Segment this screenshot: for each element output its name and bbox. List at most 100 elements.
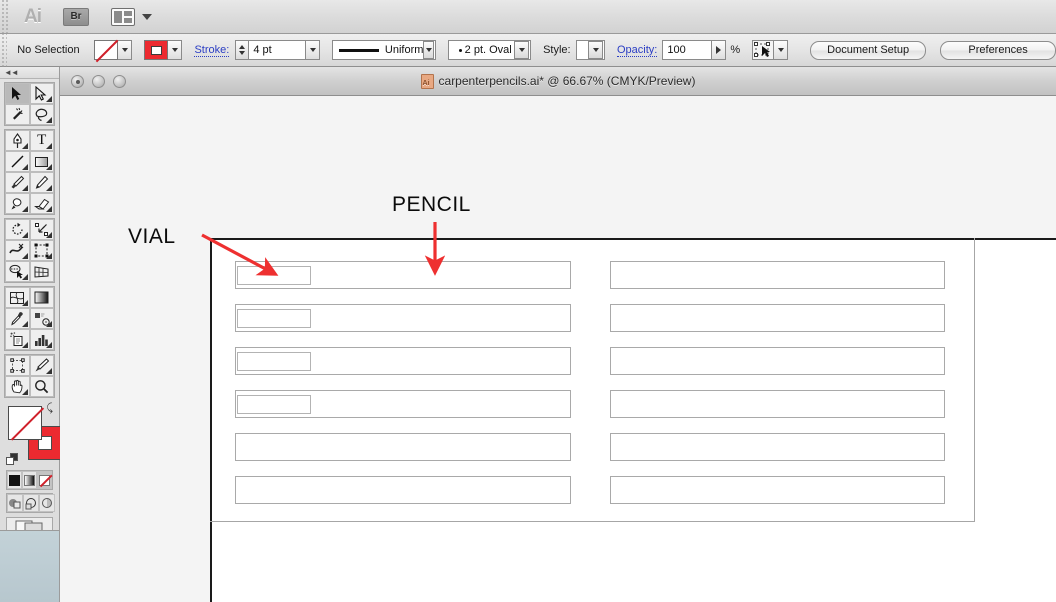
opacity-label[interactable]: Opacity: [617, 44, 658, 57]
illustrator-file-icon [420, 73, 434, 89]
inner-box[interactable] [237, 395, 311, 414]
scale-tool[interactable] [29, 219, 54, 240]
stroke-weight-group[interactable]: 4 pt [235, 40, 321, 60]
select-similar-objects-icon[interactable] [752, 40, 775, 60]
table-row[interactable] [610, 476, 945, 504]
shape-builder-tool[interactable] [5, 261, 30, 282]
line-segment-tool[interactable] [5, 151, 30, 172]
controlbar-grip-handle[interactable] [0, 33, 8, 67]
stroke-dropdown-icon[interactable] [168, 40, 183, 60]
default-fill-stroke-icon[interactable] [6, 453, 19, 466]
blend-tool[interactable] [29, 308, 54, 329]
free-transform-tool[interactable] [29, 240, 54, 261]
opacity-flyout-icon[interactable] [712, 40, 727, 60]
table-row[interactable] [610, 390, 945, 418]
preferences-button[interactable]: Preferences [940, 40, 1056, 60]
table-row[interactable] [610, 347, 945, 375]
selection-tool[interactable] [5, 83, 30, 104]
artboard-tool[interactable] [5, 355, 30, 376]
control-bar: No Selection Stroke: 4 pt Uniform 2 pt. … [0, 33, 1056, 67]
swap-fill-stroke-icon[interactable]: ⤹ [46, 402, 53, 415]
mesh-tool[interactable] [5, 287, 30, 308]
graphic-style-chevron-icon[interactable] [588, 41, 603, 59]
eraser-tool[interactable] [29, 193, 54, 214]
stroke-profile-chevron-icon[interactable] [423, 41, 435, 59]
brush-definition-label: 2 pt. Oval [464, 44, 512, 56]
inner-box[interactable] [237, 309, 311, 328]
illustrator-window: Ai Br No Selection Stroke: 4 pt Uniform … [0, 0, 1056, 602]
select-similar-chevron-icon[interactable] [774, 40, 789, 60]
canvas-area[interactable]: VIAL PENCIL [60, 96, 1056, 602]
stroke-label[interactable]: Stroke: [194, 44, 230, 57]
rotate-tool[interactable] [5, 219, 30, 240]
style-label: Style: [543, 44, 571, 56]
brush-definition-dropdown[interactable]: 2 pt. Oval [448, 40, 532, 60]
width-tool[interactable] [5, 240, 30, 261]
stroke-weight-dropdown-icon[interactable] [306, 40, 321, 60]
paintbrush-tool[interactable] [5, 172, 30, 193]
inner-box[interactable] [237, 352, 311, 371]
hand-tool[interactable] [5, 376, 30, 397]
symbol-sprayer-tool[interactable] [5, 329, 30, 350]
perspective-grid-tool[interactable] [29, 261, 54, 282]
lasso-tool[interactable] [29, 104, 54, 125]
color-mode-button[interactable] [7, 471, 22, 489]
tools-panel-footer [0, 530, 59, 602]
fill-swatch-none[interactable] [8, 406, 42, 440]
stroke-profile-dropdown[interactable]: Uniform [332, 40, 437, 60]
stroke-weight-stepper[interactable] [235, 40, 249, 60]
illustrator-logo-icon: Ai [24, 5, 42, 27]
opacity-input[interactable]: 100 [662, 40, 713, 60]
launch-bridge-button[interactable]: Br [63, 7, 89, 26]
gradient-tool[interactable] [29, 287, 54, 308]
graphic-style-dropdown[interactable] [575, 40, 605, 60]
appbar-grip-handle[interactable] [0, 0, 10, 34]
draw-normal-button[interactable] [7, 494, 23, 512]
arrange-documents-icon[interactable] [111, 7, 135, 26]
stroke-weight-input[interactable]: 4 pt [248, 40, 307, 60]
eyedropper-tool[interactable] [5, 308, 30, 329]
pencil-tool[interactable] [29, 172, 54, 193]
magic-wand-tool[interactable] [5, 104, 30, 125]
brush-definition-chevron-icon[interactable] [514, 41, 530, 59]
document-window: carpenterpencils.ai* @ 66.67% (CMYK/Prev… [60, 67, 1056, 602]
fill-swatch-group[interactable] [94, 40, 133, 60]
rectangle-tool[interactable] [29, 151, 54, 172]
tool-group-draw-type: T [4, 129, 55, 215]
table-row[interactable] [610, 304, 945, 332]
inner-box[interactable] [237, 266, 311, 285]
table-row[interactable] [610, 433, 945, 461]
none-mode-button[interactable] [37, 471, 52, 489]
blob-brush-tool[interactable] [5, 193, 30, 214]
tools-panel: ◄◄ T ⤹ [0, 67, 62, 602]
type-tool[interactable]: T [29, 130, 54, 151]
draw-behind-button[interactable] [23, 494, 39, 512]
gradient-mode-button[interactable] [22, 471, 37, 489]
fill-dropdown-icon[interactable] [118, 40, 133, 60]
slice-tool[interactable] [29, 355, 54, 376]
zoom-tool[interactable] [29, 376, 54, 397]
stroke-swatch[interactable] [144, 40, 169, 60]
opacity-group[interactable]: 100 % [662, 40, 740, 60]
draw-inside-button[interactable] [39, 494, 55, 512]
tools-panel-collapse-button[interactable]: ◄◄ [0, 67, 59, 79]
table-row[interactable] [235, 433, 571, 461]
tool-group-color [4, 286, 55, 351]
column-graph-tool[interactable] [29, 329, 54, 350]
table-row[interactable] [610, 261, 945, 289]
color-mode-row [6, 470, 53, 490]
uniform-stroke-preview-icon [339, 48, 379, 52]
stroke-profile-label: Uniform [384, 44, 424, 56]
chevron-down-icon[interactable] [142, 13, 152, 20]
fill-none-swatch[interactable] [94, 40, 119, 60]
document-setup-button[interactable]: Document Setup [810, 40, 927, 60]
direct-selection-tool[interactable] [29, 83, 54, 104]
stroke-swatch-group[interactable] [144, 40, 183, 60]
draw-mode-row [6, 493, 55, 513]
table-row[interactable] [235, 476, 571, 504]
opacity-unit-label: % [730, 44, 741, 56]
document-title: carpenterpencils.ai* @ 66.67% (CMYK/Prev… [60, 73, 1056, 89]
select-similar-group[interactable] [752, 40, 789, 60]
pen-tool[interactable] [5, 130, 30, 151]
document-title-bar[interactable]: carpenterpencils.ai* @ 66.67% (CMYK/Prev… [60, 67, 1056, 96]
